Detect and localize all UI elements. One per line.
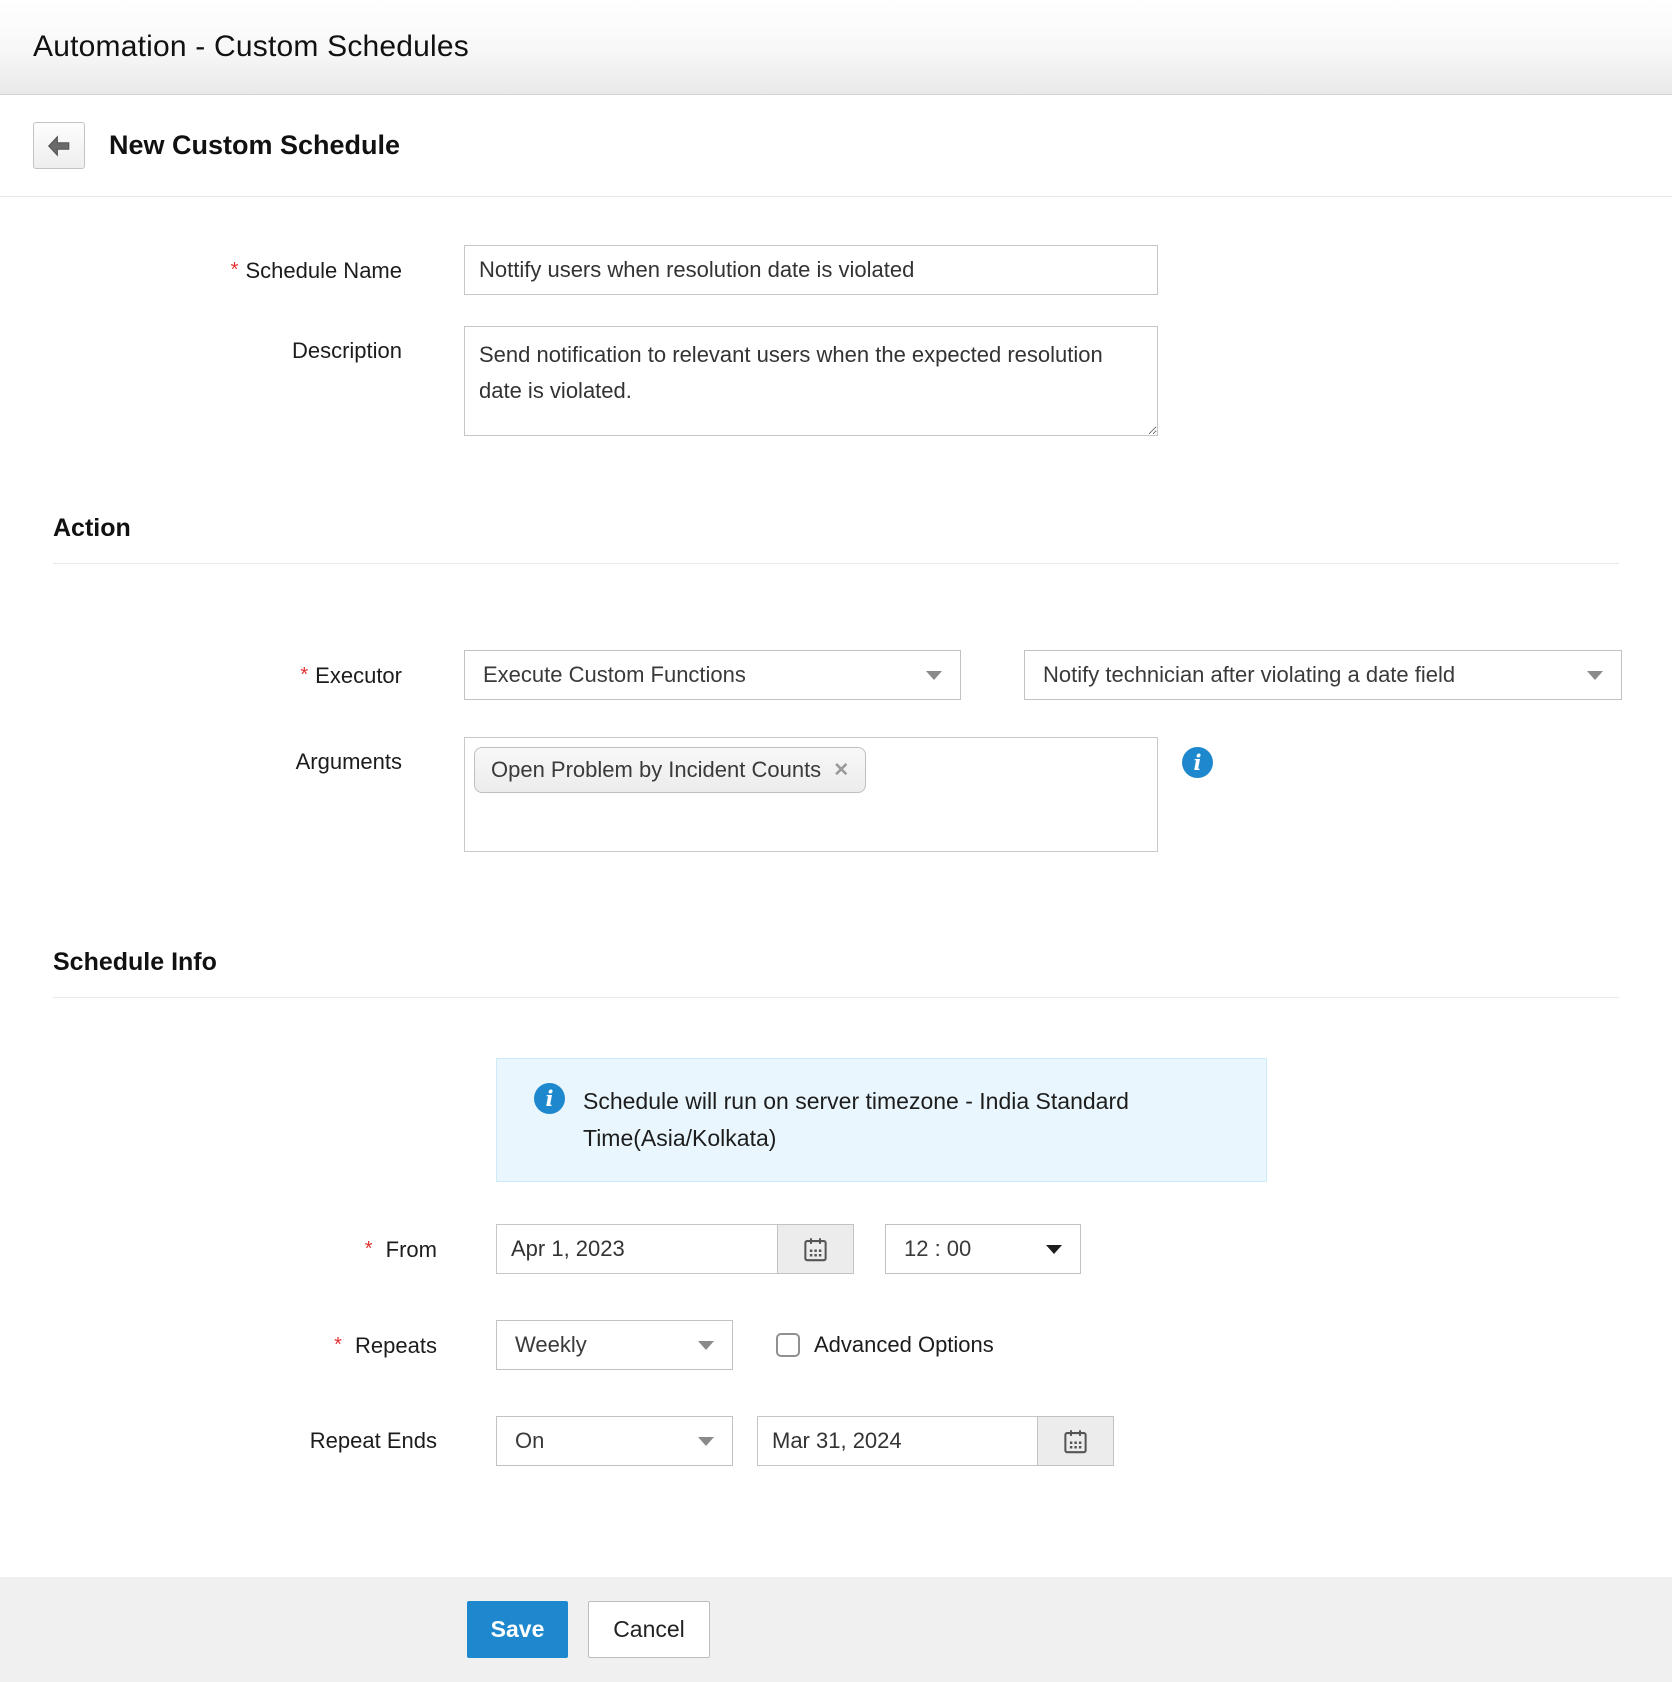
advanced-options-label: Advanced Options (814, 1332, 994, 1358)
form-action-footer: Save Cancel (0, 1577, 1672, 1682)
page-title: Automation - Custom Schedules (33, 30, 469, 64)
calendar-icon (1062, 1428, 1089, 1455)
schedule-name-input[interactable] (464, 245, 1158, 295)
executor-row: *Executor Execute Custom Functions Notif… (0, 650, 1672, 701)
description-label: Description (0, 326, 402, 366)
action-section-heading: Action (53, 514, 1619, 564)
from-calendar-button[interactable] (777, 1224, 854, 1274)
app-header: Automation - Custom Schedules (0, 0, 1672, 95)
schedule-name-row: *Schedule Name (0, 245, 1672, 296)
timezone-banner-row: i Schedule will run on server timezone -… (496, 1058, 1672, 1182)
advanced-options-checkbox[interactable] (776, 1333, 800, 1357)
schedule-name-label: *Schedule Name (0, 245, 402, 296)
calendar-icon (802, 1236, 829, 1263)
executor-function-select[interactable]: Notify technician after violating a date… (1024, 650, 1622, 700)
repeat-ends-label: Repeat Ends (0, 1416, 437, 1466)
required-marker: * (334, 1334, 342, 1356)
repeats-label: * Repeats (0, 1320, 437, 1371)
required-marker: * (365, 1238, 373, 1260)
remove-chip-icon[interactable]: ✕ (833, 761, 849, 780)
arguments-info-icon[interactable]: i (1182, 747, 1213, 778)
description-textarea[interactable]: Send notification to relevant users when… (464, 326, 1158, 436)
arguments-label: Arguments (0, 737, 402, 777)
form-title: New Custom Schedule (109, 130, 400, 161)
from-label: * From (0, 1224, 437, 1275)
advanced-options-wrap: Advanced Options (776, 1320, 994, 1370)
executor-type-value: Execute Custom Functions (483, 662, 746, 688)
from-date-input[interactable] (496, 1224, 778, 1274)
repeats-value: Weekly (515, 1332, 587, 1358)
arguments-multiselect-box[interactable]: Open Problem by Incident Counts ✕ (464, 737, 1158, 852)
chevron-down-icon (698, 1437, 714, 1446)
repeat-ends-mode-select[interactable]: On (496, 1416, 733, 1466)
arrow-left-icon (46, 133, 72, 159)
repeats-row: * Repeats Weekly Advanced Options (0, 1320, 1672, 1371)
repeat-ends-calendar-button[interactable] (1037, 1416, 1114, 1466)
sub-header: New Custom Schedule (0, 95, 1672, 197)
info-icon: i (534, 1083, 565, 1114)
chevron-down-icon (1046, 1245, 1062, 1254)
repeat-ends-mode-value: On (515, 1428, 544, 1454)
arguments-row: Arguments Open Problem by Incident Count… (0, 737, 1672, 852)
executor-function-value: Notify technician after violating a date… (1043, 662, 1455, 688)
argument-chip: Open Problem by Incident Counts ✕ (474, 747, 866, 793)
required-marker: * (231, 259, 239, 281)
chevron-down-icon (926, 671, 942, 680)
repeat-ends-row: Repeat Ends On (0, 1416, 1672, 1466)
description-row: Description Send notification to relevan… (0, 326, 1672, 436)
schedule-info-heading-text: Schedule Info (53, 948, 1619, 977)
action-heading-text: Action (53, 514, 1619, 543)
from-time-select[interactable]: 12 : 00 (885, 1224, 1081, 1274)
schedule-info-section-heading: Schedule Info (53, 948, 1619, 998)
custom-schedule-form: *Schedule Name Description Send notifica… (0, 197, 1672, 1466)
automation-custom-schedules-page: Automation - Custom Schedules New Custom… (0, 0, 1672, 1682)
executor-label: *Executor (0, 650, 402, 701)
executor-type-select[interactable]: Execute Custom Functions (464, 650, 961, 700)
chevron-down-icon (1587, 671, 1603, 680)
repeats-select[interactable]: Weekly (496, 1320, 733, 1370)
timezone-banner: i Schedule will run on server timezone -… (496, 1058, 1267, 1182)
required-marker: * (300, 664, 308, 686)
save-button[interactable]: Save (467, 1601, 568, 1658)
from-row: * From 12 : 00 (0, 1224, 1672, 1275)
timezone-banner-text: Schedule will run on server timezone - I… (583, 1083, 1183, 1157)
from-time-value: 12 : 00 (904, 1236, 971, 1262)
argument-chip-label: Open Problem by Incident Counts (491, 757, 821, 783)
back-button[interactable] (33, 122, 85, 169)
cancel-button[interactable]: Cancel (588, 1601, 710, 1658)
repeat-ends-date-input[interactable] (757, 1416, 1038, 1466)
chevron-down-icon (698, 1341, 714, 1350)
